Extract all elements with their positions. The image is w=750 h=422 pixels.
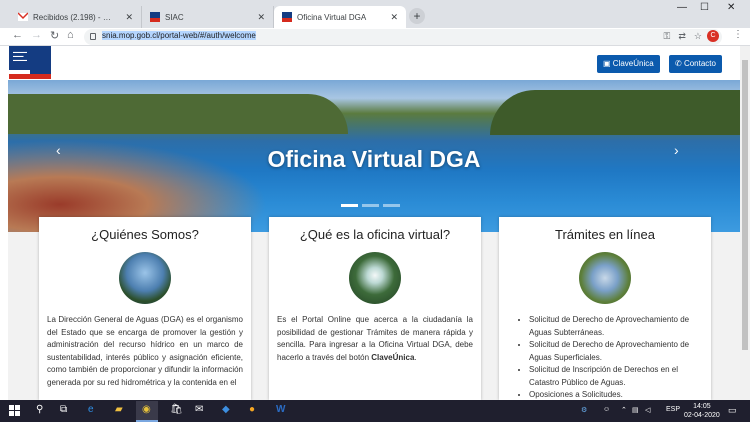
browser-titlebar: Recibidos (2.198) - totodechile@ ✕ SIAC … (0, 0, 750, 28)
home-icon[interactable]: ⌂ (67, 29, 74, 41)
hero-title: Oficina Virtual DGA (267, 146, 481, 172)
browser-toolbar: ← → ↻ ⌂ snia.mop.gob.cl/portal-web/#/aut… (0, 28, 750, 46)
river-image (579, 252, 631, 304)
scrollbar-thumb[interactable] (742, 60, 748, 350)
people-icon[interactable]: ☺ (603, 406, 610, 413)
close-icon[interactable]: ✕ (390, 12, 398, 23)
app-icon[interactable]: ● (249, 404, 255, 415)
notifications-icon[interactable]: ▭ (728, 405, 737, 416)
windows-taskbar: ⚲ ⧉ e ▰ ◉ 🛍 ✉ ◆ ● W ⚙ ☺ ⌃ ▤ ◁ ESP 14:05 … (0, 400, 750, 422)
card-title: Trámites en línea (555, 227, 655, 242)
carousel-dot[interactable] (341, 204, 358, 207)
back-icon[interactable]: ← (12, 29, 23, 41)
dga-icon (282, 12, 292, 22)
gmail-icon (18, 12, 28, 21)
tramites-list: Solicitud de Derecho de Aprovechamiento … (529, 314, 703, 400)
word-icon[interactable]: W (276, 404, 285, 415)
volume-icon[interactable]: ◁ (645, 406, 650, 414)
edge-icon[interactable]: e (88, 404, 94, 415)
tab-label: SIAC (165, 12, 184, 22)
carousel-dot[interactable] (362, 204, 379, 207)
language-indicator[interactable]: ESP (666, 406, 680, 413)
contacto-button[interactable]: ✆ Contacto (669, 55, 722, 73)
mail-icon[interactable]: ✉ (195, 404, 203, 415)
user-icon: ▣ (603, 59, 613, 68)
carousel-dot[interactable] (383, 204, 400, 207)
tab-label: Recibidos (2.198) - totodechile@ (33, 12, 113, 22)
tab-gmail[interactable]: Recibidos (2.198) - totodechile@ ✕ (10, 6, 142, 28)
key-icon[interactable]: ⚿ (664, 31, 671, 42)
card-title: ¿Qué es la oficina virtual? (299, 227, 451, 242)
page-scrollbar[interactable] (740, 46, 750, 400)
card-quienes-somos: ¿Quiénes Somos? La Dirección General de … (39, 217, 251, 400)
tramite-link[interactable]: Solicitud de Derecho de Aprovechamiento … (529, 314, 703, 339)
siac-icon (150, 12, 160, 22)
card-text: La Dirección General de Aguas (DGA) es e… (47, 315, 243, 387)
translate-icon[interactable]: ⇄ (678, 31, 686, 42)
hero-carousel: Oficina Virtual DGA ‹ › (8, 80, 740, 232)
gobierno-logo[interactable]: ▬▬▬▬ ▬▬▬ ▬▬▬▬ (9, 46, 51, 79)
tray-app-icon[interactable]: ⚙ (581, 406, 587, 414)
carousel-next-icon[interactable]: › (674, 142, 679, 158)
system-clock[interactable]: 14:05 02-04-2020 (684, 402, 720, 420)
tab-label: Oficina Virtual DGA (297, 12, 367, 22)
menu-icon[interactable]: ⋮ (733, 29, 743, 40)
tab-dga[interactable]: Oficina Virtual DGA ✕ (274, 6, 406, 28)
new-tab-button[interactable]: + (409, 8, 425, 24)
carousel-indicators (341, 204, 400, 207)
claveunica-button[interactable]: ▣ ClaveÚnica (597, 55, 660, 73)
url-text[interactable]: snia.mop.gob.cl/portal-web/#/auth/welcom… (102, 31, 256, 40)
dropbox-icon[interactable]: ◆ (222, 404, 230, 415)
profile-avatar[interactable]: C (707, 30, 719, 42)
card-title: ¿Quiénes Somos? (91, 227, 199, 242)
waterfall-image (349, 252, 401, 304)
close-icon[interactable]: ✕ (257, 12, 265, 23)
search-icon[interactable]: ⚲ (36, 404, 43, 415)
tramite-link[interactable]: Oposiciones a Solicitudes. (529, 389, 703, 400)
task-view-icon[interactable]: ⧉ (60, 404, 67, 415)
tramite-link[interactable]: Solicitud de Derecho de Aprovechamiento … (529, 339, 703, 364)
lock-icon (90, 33, 96, 40)
tab-siac[interactable]: SIAC ✕ (142, 6, 274, 28)
card-tramites: Trámites en línea Solicitud de Derecho d… (499, 217, 711, 400)
chevron-up-icon[interactable]: ⌃ (621, 406, 627, 414)
card-oficina-virtual: ¿Qué es la oficina virtual? Es el Portal… (269, 217, 481, 400)
windows-start-icon[interactable] (9, 405, 20, 416)
card-text: Es el Portal Online que acerca a la ciud… (277, 315, 473, 362)
chrome-taskbar-button[interactable]: ◉ (136, 401, 158, 422)
maximize-icon[interactable]: ☐ (700, 2, 709, 13)
carousel-prev-icon[interactable]: ‹ (56, 142, 61, 158)
store-icon[interactable]: 🛍 (170, 404, 183, 415)
hero-image (8, 94, 348, 134)
address-bar[interactable]: snia.mop.gob.cl/portal-web/#/auth/welcom… (84, 29, 722, 45)
close-window-icon[interactable]: ✕ (727, 2, 735, 13)
phone-icon: ✆ (675, 59, 684, 68)
tramite-link[interactable]: Solicitud de Inscripción de Derechos en … (529, 364, 703, 389)
file-explorer-icon[interactable]: ▰ (115, 404, 123, 415)
star-icon[interactable]: ☆ (694, 31, 702, 42)
reload-icon[interactable]: ↻ (50, 29, 59, 42)
forward-icon[interactable]: → (31, 29, 42, 41)
minimize-icon[interactable]: — (677, 2, 687, 13)
lake-image (119, 252, 171, 304)
chrome-icon: ◉ (142, 404, 151, 415)
network-icon[interactable]: ▤ (632, 406, 639, 414)
close-icon[interactable]: ✕ (125, 12, 133, 23)
